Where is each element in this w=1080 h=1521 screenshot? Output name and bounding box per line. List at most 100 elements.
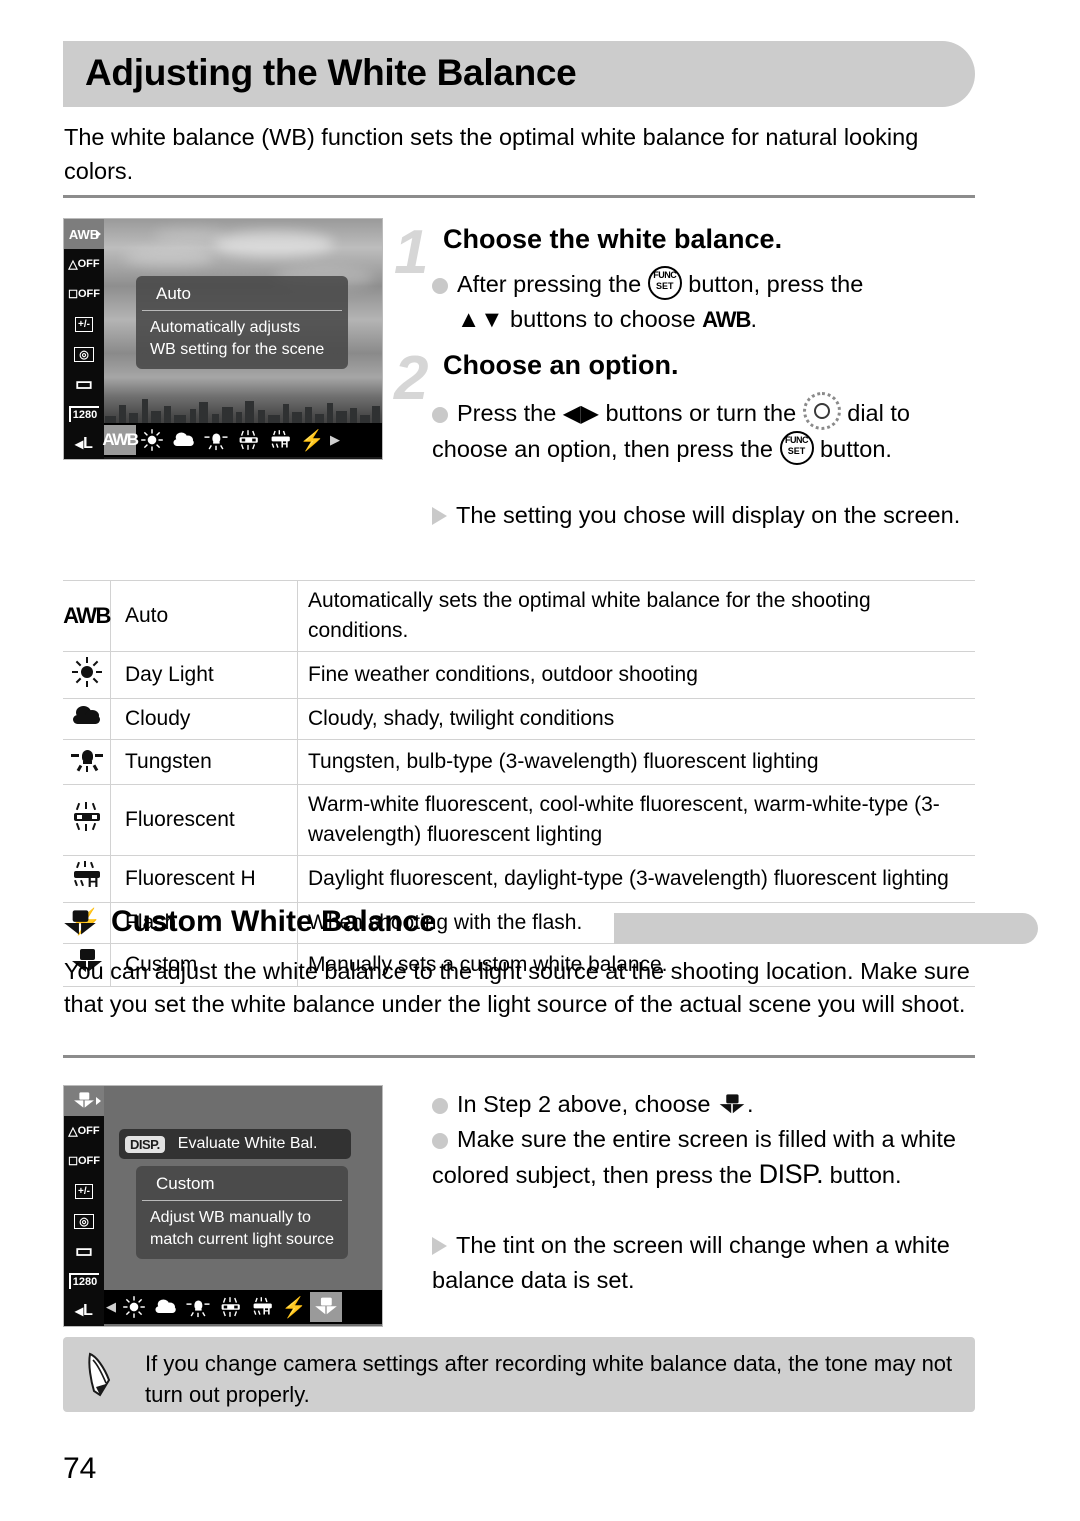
my-colors-rail-item[interactable]: △ OFF: [64, 1116, 104, 1146]
awb-option[interactable]: AWB: [102, 425, 139, 455]
rail-label: +/-: [75, 1183, 93, 1199]
func-set-button-icon: FUNC SET: [647, 266, 682, 300]
movie-resolution-rail-item[interactable]: 1280: [64, 1266, 104, 1296]
i-contrast-rail-item[interactable]: ☐ OFF: [64, 1146, 104, 1176]
movie-resolution-rail-item[interactable]: 1280: [64, 399, 104, 429]
flash-option[interactable]: ⚡: [296, 425, 328, 455]
step-2-bullet-2: The setting you chose will display on th…: [432, 498, 980, 533]
row-desc: Warm-white fluorescent, cool-white fluor…: [297, 784, 975, 856]
divider-top: [63, 195, 975, 198]
bullet-triangle-icon: [432, 507, 447, 525]
tungsten-option[interactable]: [200, 425, 232, 455]
awb-icon: AWB: [102, 430, 139, 449]
rail-label: L: [83, 1302, 93, 1319]
note-text: If you change camera settings after reco…: [145, 1351, 953, 1407]
s2-b2-tail: button.: [823, 1162, 902, 1188]
custom-icon: [315, 1297, 337, 1317]
table-row: Fluorescent Warm-white fluorescent, cool…: [63, 784, 975, 856]
custom-icon: [719, 1094, 745, 1115]
fluorescent-h-option[interactable]: H: [246, 1292, 278, 1322]
custom-option[interactable]: [310, 1292, 342, 1322]
fluorescent-h-icon: H: [70, 861, 104, 891]
rail-label: OFF: [77, 258, 100, 270]
rail-label: OFF: [77, 1155, 100, 1167]
row-name: Fluorescent: [110, 784, 298, 856]
step2-b2-text: The setting you chose will display on th…: [456, 502, 961, 528]
section2-bullet-1: In Step 2 above, choose .: [432, 1087, 980, 1122]
cloudy-option[interactable]: [168, 425, 200, 455]
intro-paragraph: The white balance (WB) function sets the…: [64, 124, 919, 184]
cloudy-icon: [155, 1299, 178, 1316]
tungsten-option[interactable]: [182, 1292, 214, 1322]
s2-b1-pre: In Step 2 above, choose: [457, 1091, 717, 1117]
fluorescent-h-option[interactable]: H: [264, 425, 296, 455]
white-balance-rail-item[interactable]: [64, 1086, 104, 1116]
row-name: Day Light: [110, 651, 298, 699]
rail-label: OFF: [77, 1125, 100, 1137]
awb-icon: AWB: [702, 307, 751, 332]
bullet-dot-icon: [432, 278, 448, 294]
image-size-rail-item[interactable]: ◂ L: [64, 1296, 104, 1326]
step1-b1-mid: button, press the: [681, 271, 864, 297]
table-row: Day Light Fine weather conditions, outdo…: [63, 651, 975, 699]
rail-label: 1280: [68, 406, 100, 422]
drive-mode-rail-item[interactable]: ▭: [64, 1236, 104, 1266]
day-light-option[interactable]: [118, 1292, 150, 1322]
row-desc: Tungsten, bulb-type (3-wavelength) fluor…: [297, 739, 975, 785]
step2-b1-pre: Press the ◀▶ buttons or turn the: [457, 400, 803, 426]
fluorescent-option[interactable]: [214, 1292, 246, 1322]
row-icon-cell: [63, 784, 111, 856]
white-balance-rail-item[interactable]: AWB: [64, 219, 104, 249]
flash-exposure-rail-item[interactable]: +/-: [64, 1176, 104, 1206]
rail-label: 1280: [68, 1273, 100, 1289]
white-balance-description-popup: Auto Automatically adjusts WB setting fo…: [136, 276, 348, 369]
metering-rail-item[interactable]: ◎: [64, 339, 104, 369]
step1-b1-post: ▲▼ buttons to choose: [457, 306, 703, 332]
s2-b3-text: The tint on the screen will change when …: [432, 1232, 950, 1293]
white-balance-option-strip[interactable]: ◀ H ⚡: [104, 1290, 382, 1324]
table-row: AWB Auto Automatically sets the optimal …: [63, 580, 975, 652]
flash-exposure-rail-item[interactable]: +/-: [64, 309, 104, 339]
bullet-dot-icon: [432, 1133, 448, 1149]
tungsten-icon: [70, 745, 103, 773]
popup-desc-line1: Automatically adjusts: [150, 319, 301, 336]
section2-bullet-2: Make sure the entire screen is filled wi…: [432, 1122, 980, 1193]
pencil-icon: [88, 1352, 111, 1397]
metering-rail-item[interactable]: ◎: [64, 1206, 104, 1236]
fluorescent-icon: [219, 1297, 241, 1318]
tungsten-icon: [186, 1297, 210, 1318]
popup-desc-line1: Adjust WB manually to: [150, 1209, 311, 1226]
bullet-dot-icon: [432, 407, 448, 423]
table-row: Cloudy Cloudy, shady, twilight condition…: [63, 698, 975, 740]
fluorescent-option[interactable]: [232, 425, 264, 455]
custom-icon: [74, 1092, 94, 1109]
rail-label: AWB: [68, 226, 100, 242]
row-name: Fluorescent H: [110, 855, 298, 903]
flash-option[interactable]: ⚡: [278, 1292, 310, 1322]
cloudy-option[interactable]: [150, 1292, 182, 1322]
rail-label: L: [83, 435, 93, 452]
i-contrast-rail-item[interactable]: ☐ OFF: [64, 279, 104, 309]
row-icon-cell: [63, 698, 111, 740]
strip-next-arrow[interactable]: ▶: [328, 432, 342, 448]
image-size-rail-item[interactable]: ◂ L: [64, 429, 104, 459]
fluorescent-icon: [237, 430, 259, 451]
table-row: Tungsten Tungsten, bulb-type (3-waveleng…: [63, 739, 975, 785]
evaluate-white-balance-bar: DISP. Evaluate White Bal.: [119, 1129, 351, 1159]
s2-b1-tail: .: [747, 1091, 754, 1117]
page-title-bar: Adjusting the White Balance: [63, 41, 975, 107]
day-light-option[interactable]: [136, 425, 168, 455]
white-balance-option-strip[interactable]: AWB H ⚡ ▶: [102, 423, 382, 457]
custom-icon: [64, 910, 96, 937]
my-colors-rail-item[interactable]: △ OFF: [64, 249, 104, 279]
strip-prev-arrow[interactable]: ◀: [104, 1299, 118, 1315]
note-box: If you change camera settings after reco…: [63, 1337, 975, 1412]
drive-mode-rail-item[interactable]: ▭: [64, 369, 104, 399]
day-light-icon: [71, 657, 102, 687]
func-set-button-icon: FUNC SET: [779, 431, 814, 465]
popup-title: Auto: [142, 281, 342, 311]
disp-text-icon: DISP.: [758, 1159, 824, 1189]
step-1-number: 1: [394, 218, 429, 287]
popup-title: Custom: [142, 1171, 342, 1201]
fluorescent-icon: [70, 802, 104, 832]
